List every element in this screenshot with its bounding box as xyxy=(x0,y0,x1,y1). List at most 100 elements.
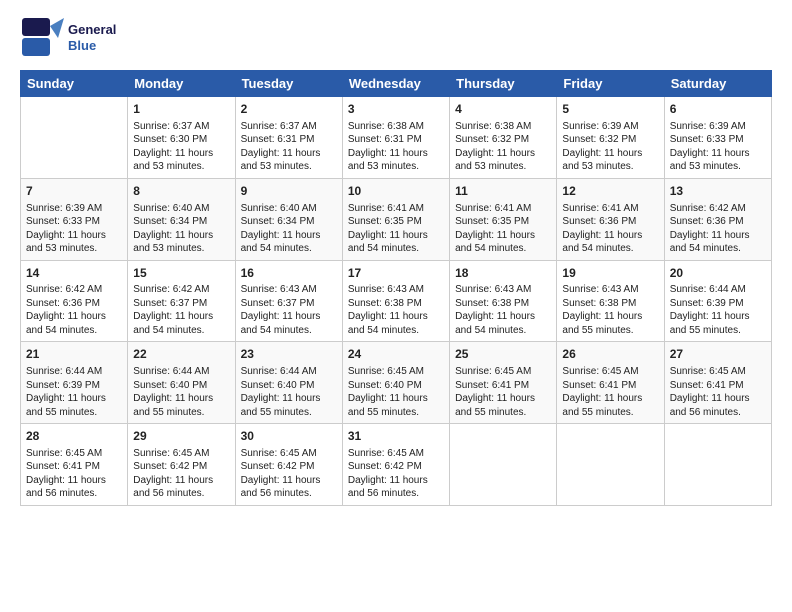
day-number: 26 xyxy=(562,346,658,363)
cell-details: Sunrise: 6:41 AM Sunset: 6:35 PM Dayligh… xyxy=(455,202,551,256)
cell-details: Sunrise: 6:42 AM Sunset: 6:36 PM Dayligh… xyxy=(26,283,122,337)
day-number: 25 xyxy=(455,346,551,363)
day-number: 29 xyxy=(133,428,229,445)
day-cell: 28Sunrise: 6:45 AM Sunset: 6:41 PM Dayli… xyxy=(21,424,128,506)
day-cell: 6Sunrise: 6:39 AM Sunset: 6:33 PM Daylig… xyxy=(664,97,771,179)
day-cell xyxy=(557,424,664,506)
day-cell xyxy=(21,97,128,179)
logo: GeneralBlue xyxy=(20,16,116,60)
week-row-5: 28Sunrise: 6:45 AM Sunset: 6:41 PM Dayli… xyxy=(21,424,772,506)
cell-details: Sunrise: 6:38 AM Sunset: 6:31 PM Dayligh… xyxy=(348,120,444,174)
day-cell: 19Sunrise: 6:43 AM Sunset: 6:38 PM Dayli… xyxy=(557,260,664,342)
day-cell: 20Sunrise: 6:44 AM Sunset: 6:39 PM Dayli… xyxy=(664,260,771,342)
day-cell: 10 Sunrise: 6:41 AM Sunset: 6:35 PM Dayli… xyxy=(342,178,449,260)
day-cell: 30 Sunrise: 6:45 AM Sunset: 6:42 PM Dayli… xyxy=(235,424,342,506)
cell-details: Sunrise: 6:45 AM Sunset: 6:41 PM Dayligh… xyxy=(670,365,766,419)
header-cell-wednesday: Wednesday xyxy=(342,71,449,97)
cell-details: Sunrise: 6:45 AM Sunset: 6:42 PM Dayligh… xyxy=(241,447,337,501)
day-cell: 25 Sunrise: 6:45 AM Sunset: 6:41 PM Dayli… xyxy=(450,342,557,424)
header-cell-saturday: Saturday xyxy=(664,71,771,97)
day-number: 30 xyxy=(241,428,337,445)
day-cell: 7 Sunrise: 6:39 AM Sunset: 6:33 PM Daylig… xyxy=(21,178,128,260)
day-cell: 22Sunrise: 6:44 AM Sunset: 6:40 PM Dayli… xyxy=(128,342,235,424)
day-number: 21 xyxy=(26,346,122,363)
day-cell: 23 Sunrise: 6:44 AM Sunset: 6:40 PM Dayli… xyxy=(235,342,342,424)
week-row-3: 14Sunrise: 6:42 AM Sunset: 6:36 PM Dayli… xyxy=(21,260,772,342)
cell-details: Sunrise: 6:40 AM Sunset: 6:34 PM Dayligh… xyxy=(241,202,337,256)
cell-details: Sunrise: 6:37 AM Sunset: 6:30 PM Dayligh… xyxy=(133,120,229,174)
day-number: 28 xyxy=(26,428,122,445)
day-cell: 17Sunrise: 6:43 AM Sunset: 6:38 PM Dayli… xyxy=(342,260,449,342)
day-cell: 26 Sunrise: 6:45 AM Sunset: 6:41 PM Dayli… xyxy=(557,342,664,424)
day-number: 11 xyxy=(455,183,551,200)
day-cell: 14Sunrise: 6:42 AM Sunset: 6:36 PM Dayli… xyxy=(21,260,128,342)
cell-details: Sunrise: 6:45 AM Sunset: 6:41 PM Dayligh… xyxy=(562,365,658,419)
day-cell: 9 Sunrise: 6:40 AM Sunset: 6:34 PM Daylig… xyxy=(235,178,342,260)
day-number: 24 xyxy=(348,346,444,363)
day-cell: 27 Sunrise: 6:45 AM Sunset: 6:41 PM Dayli… xyxy=(664,342,771,424)
day-number: 3 xyxy=(348,101,444,118)
day-cell: 8 Sunrise: 6:40 AM Sunset: 6:34 PM Daylig… xyxy=(128,178,235,260)
day-cell xyxy=(664,424,771,506)
day-cell: 1Sunrise: 6:37 AM Sunset: 6:30 PM Daylig… xyxy=(128,97,235,179)
cell-details: Sunrise: 6:40 AM Sunset: 6:34 PM Dayligh… xyxy=(133,202,229,256)
day-number: 2 xyxy=(241,101,337,118)
page-container: GeneralBlue SundayMondayTuesdayWednesday… xyxy=(0,0,792,516)
day-cell: 5 Sunrise: 6:39 AM Sunset: 6:32 PM Daylig… xyxy=(557,97,664,179)
day-cell: 24 Sunrise: 6:45 AM Sunset: 6:40 PM Dayli… xyxy=(342,342,449,424)
header-cell-tuesday: Tuesday xyxy=(235,71,342,97)
day-number: 5 xyxy=(562,101,658,118)
day-number: 18 xyxy=(455,265,551,282)
day-number: 10 xyxy=(348,183,444,200)
week-row-4: 21 Sunrise: 6:44 AM Sunset: 6:39 PM Dayli… xyxy=(21,342,772,424)
day-number: 9 xyxy=(241,183,337,200)
logo-blue-text: Blue xyxy=(68,38,116,54)
day-cell: 13 Sunrise: 6:42 AM Sunset: 6:36 PM Dayli… xyxy=(664,178,771,260)
week-row-2: 7 Sunrise: 6:39 AM Sunset: 6:33 PM Daylig… xyxy=(21,178,772,260)
day-number: 4 xyxy=(455,101,551,118)
cell-details: Sunrise: 6:39 AM Sunset: 6:32 PM Dayligh… xyxy=(562,120,658,174)
day-number: 23 xyxy=(241,346,337,363)
calendar-header-row: SundayMondayTuesdayWednesdayThursdayFrid… xyxy=(21,71,772,97)
day-number: 27 xyxy=(670,346,766,363)
cell-details: Sunrise: 6:43 AM Sunset: 6:38 PM Dayligh… xyxy=(562,283,658,337)
day-number: 22 xyxy=(133,346,229,363)
cell-details: Sunrise: 6:42 AM Sunset: 6:36 PM Dayligh… xyxy=(670,202,766,256)
day-cell: 11 Sunrise: 6:41 AM Sunset: 6:35 PM Dayli… xyxy=(450,178,557,260)
logo-general-text: General xyxy=(68,22,116,38)
week-row-1: 1Sunrise: 6:37 AM Sunset: 6:30 PM Daylig… xyxy=(21,97,772,179)
day-number: 31 xyxy=(348,428,444,445)
cell-details: Sunrise: 6:42 AM Sunset: 6:37 PM Dayligh… xyxy=(133,283,229,337)
day-number: 20 xyxy=(670,265,766,282)
day-number: 15 xyxy=(133,265,229,282)
header-cell-monday: Monday xyxy=(128,71,235,97)
day-cell: 21 Sunrise: 6:44 AM Sunset: 6:39 PM Dayli… xyxy=(21,342,128,424)
header-cell-friday: Friday xyxy=(557,71,664,97)
logo-svg xyxy=(20,16,64,60)
cell-details: Sunrise: 6:38 AM Sunset: 6:32 PM Dayligh… xyxy=(455,120,551,174)
day-cell: 3 Sunrise: 6:38 AM Sunset: 6:31 PM Daylig… xyxy=(342,97,449,179)
header: GeneralBlue xyxy=(20,16,772,60)
day-number: 8 xyxy=(133,183,229,200)
cell-details: Sunrise: 6:44 AM Sunset: 6:39 PM Dayligh… xyxy=(26,365,122,419)
day-number: 7 xyxy=(26,183,122,200)
day-number: 19 xyxy=(562,265,658,282)
day-number: 13 xyxy=(670,183,766,200)
cell-details: Sunrise: 6:41 AM Sunset: 6:35 PM Dayligh… xyxy=(348,202,444,256)
day-cell: 15Sunrise: 6:42 AM Sunset: 6:37 PM Dayli… xyxy=(128,260,235,342)
day-cell xyxy=(450,424,557,506)
cell-details: Sunrise: 6:39 AM Sunset: 6:33 PM Dayligh… xyxy=(26,202,122,256)
cell-details: Sunrise: 6:45 AM Sunset: 6:40 PM Dayligh… xyxy=(348,365,444,419)
cell-details: Sunrise: 6:44 AM Sunset: 6:40 PM Dayligh… xyxy=(241,365,337,419)
header-cell-thursday: Thursday xyxy=(450,71,557,97)
cell-details: Sunrise: 6:43 AM Sunset: 6:38 PM Dayligh… xyxy=(348,283,444,337)
cell-details: Sunrise: 6:45 AM Sunset: 6:42 PM Dayligh… xyxy=(348,447,444,501)
header-cell-sunday: Sunday xyxy=(21,71,128,97)
cell-details: Sunrise: 6:44 AM Sunset: 6:39 PM Dayligh… xyxy=(670,283,766,337)
calendar-body: 1Sunrise: 6:37 AM Sunset: 6:30 PM Daylig… xyxy=(21,97,772,506)
day-number: 6 xyxy=(670,101,766,118)
day-cell: 18Sunrise: 6:43 AM Sunset: 6:38 PM Dayli… xyxy=(450,260,557,342)
calendar-table: SundayMondayTuesdayWednesdayThursdayFrid… xyxy=(20,70,772,506)
cell-details: Sunrise: 6:45 AM Sunset: 6:41 PM Dayligh… xyxy=(455,365,551,419)
day-number: 17 xyxy=(348,265,444,282)
